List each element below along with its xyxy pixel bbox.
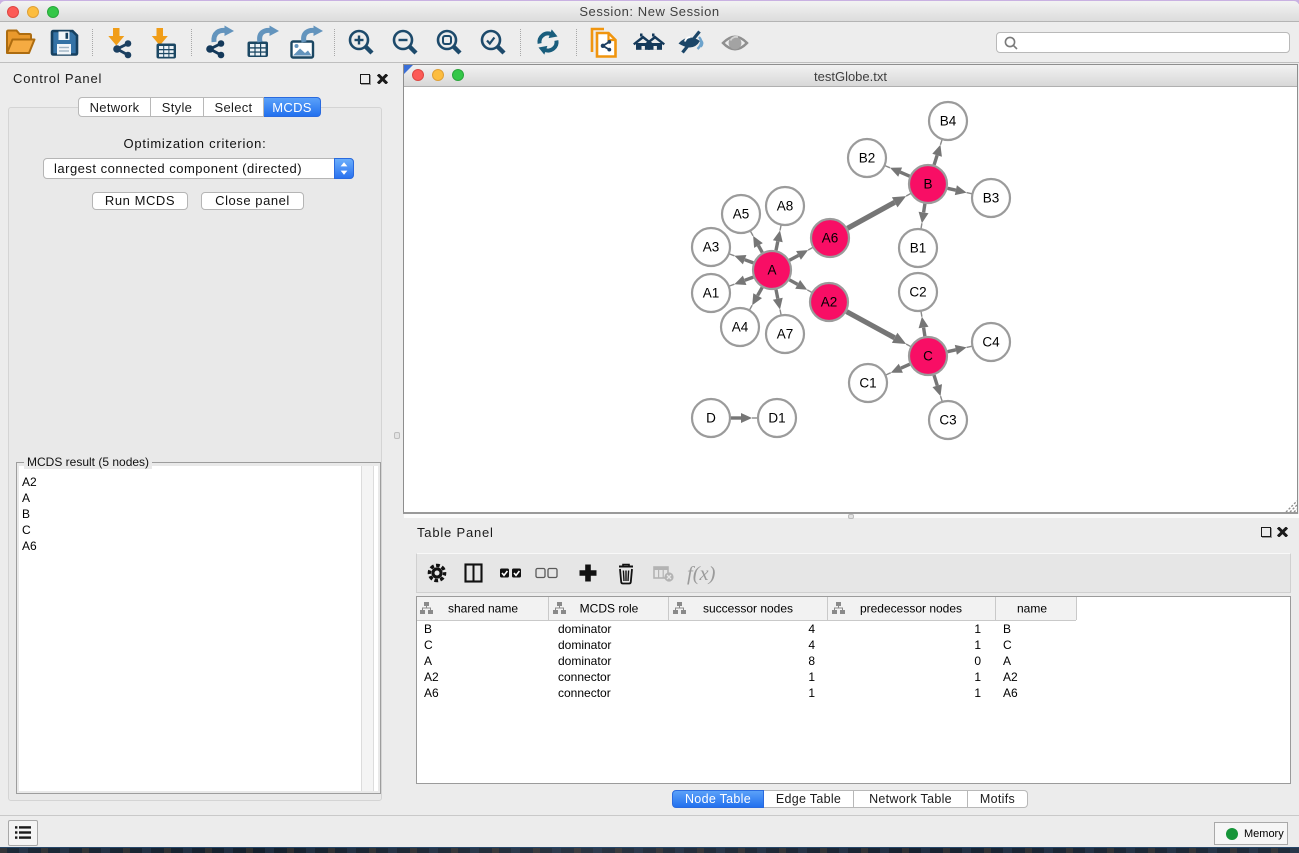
- svg-text:connector: connector: [558, 686, 611, 700]
- svg-text:C1: C1: [859, 376, 876, 391]
- svg-text:B3: B3: [983, 191, 1000, 206]
- svg-text:dominator: dominator: [558, 622, 611, 636]
- svg-text:4: 4: [808, 622, 815, 636]
- svg-text:C4: C4: [982, 335, 1000, 350]
- svg-text:1: 1: [974, 622, 981, 636]
- svg-text:A1: A1: [703, 286, 720, 301]
- svg-text:C3: C3: [939, 413, 956, 428]
- svg-text:name: name: [1017, 602, 1047, 616]
- svg-text:C: C: [1003, 638, 1012, 652]
- svg-text:A: A: [767, 263, 776, 278]
- svg-text:A6: A6: [1003, 686, 1018, 700]
- svg-text:0: 0: [974, 654, 981, 668]
- svg-text:A5: A5: [733, 207, 750, 222]
- svg-text:A3: A3: [703, 240, 720, 255]
- svg-text:A6: A6: [424, 686, 439, 700]
- svg-text:1: 1: [974, 670, 981, 684]
- svg-text:C: C: [923, 349, 933, 364]
- svg-text:successor nodes: successor nodes: [703, 602, 793, 616]
- svg-text:C: C: [424, 638, 433, 652]
- svg-text:A4: A4: [732, 320, 749, 335]
- svg-text:C2: C2: [909, 285, 926, 300]
- svg-text:A7: A7: [777, 327, 794, 342]
- svg-text:A2: A2: [821, 295, 838, 310]
- svg-text:dominator: dominator: [558, 654, 611, 668]
- svg-text:1: 1: [808, 686, 815, 700]
- svg-text:1: 1: [808, 670, 815, 684]
- svg-text:A6: A6: [822, 231, 839, 246]
- svg-text:B: B: [424, 622, 432, 636]
- svg-text:f(x): f(x): [687, 563, 716, 585]
- svg-text:B4: B4: [940, 114, 957, 129]
- svg-text:B2: B2: [859, 151, 876, 166]
- svg-text:A2: A2: [1003, 670, 1018, 684]
- svg-text:A8: A8: [777, 199, 794, 214]
- svg-text:shared name: shared name: [448, 602, 518, 616]
- svg-text:A2: A2: [424, 670, 439, 684]
- svg-text:8: 8: [808, 654, 815, 668]
- svg-text:A: A: [1003, 654, 1011, 668]
- svg-text:1: 1: [974, 686, 981, 700]
- svg-text:B: B: [923, 177, 932, 192]
- svg-text:predecessor nodes: predecessor nodes: [860, 602, 962, 616]
- svg-text:1: 1: [974, 638, 981, 652]
- svg-text:4: 4: [808, 638, 815, 652]
- svg-text:dominator: dominator: [558, 638, 611, 652]
- svg-text:connector: connector: [558, 670, 611, 684]
- svg-text:B1: B1: [910, 241, 927, 256]
- svg-text:A: A: [424, 654, 432, 668]
- svg-text:D1: D1: [768, 411, 785, 426]
- svg-text:MCDS role: MCDS role: [580, 602, 639, 616]
- svg-text:D: D: [706, 411, 716, 426]
- svg-text:B: B: [1003, 622, 1011, 636]
